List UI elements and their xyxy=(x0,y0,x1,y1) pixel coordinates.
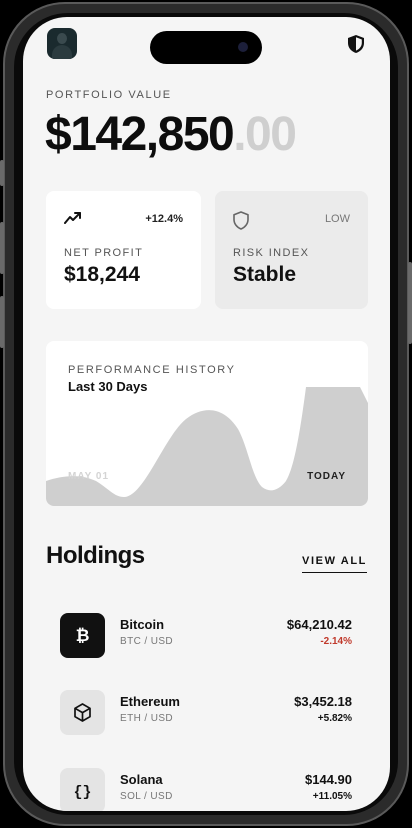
holding-row-solana[interactable]: {} Solana SOL / USD $144.90 +11.05% xyxy=(60,766,352,811)
side-button-volume-down xyxy=(0,296,4,348)
net-profit-value: $18,244 xyxy=(64,263,140,286)
holding-change: +11.05% xyxy=(312,791,352,802)
net-profit-label: NET PROFIT xyxy=(64,247,144,259)
holding-change: +5.82% xyxy=(317,713,352,724)
braces-icon: {} xyxy=(60,768,105,811)
portfolio-value-main: $142,850 xyxy=(45,108,235,161)
risk-label: RISK INDEX xyxy=(233,247,310,259)
performance-label: PERFORMANCE HISTORY xyxy=(68,364,236,376)
app-screen: PORTFOLIO VALUE $142,850.00 +12.4% NET P… xyxy=(23,17,390,811)
dynamic-island xyxy=(150,31,262,64)
portfolio-value: $142,850.00 xyxy=(45,107,297,163)
holding-name: Ethereum xyxy=(120,694,180,709)
avatar[interactable] xyxy=(47,28,77,59)
holding-name: Solana xyxy=(120,772,163,787)
holding-row-ethereum[interactable]: Ethereum ETH / USD $3,452.18 +5.82% xyxy=(60,688,352,736)
shield-icon[interactable] xyxy=(348,35,364,53)
holding-price: $144.90 xyxy=(305,772,352,787)
performance-card[interactable]: PERFORMANCE HISTORY Last 30 Days MAY 01 … xyxy=(46,341,368,506)
performance-start-label: MAY 01 xyxy=(68,471,110,482)
risk-value: Stable xyxy=(233,263,297,286)
performance-end-label: TODAY xyxy=(307,471,346,482)
holding-pair: SOL / USD xyxy=(120,791,173,802)
holding-name: Bitcoin xyxy=(120,617,165,632)
holding-row-bitcoin[interactable]: ₿ Bitcoin BTC / USD $64,210.42 -2.14% xyxy=(60,611,352,659)
side-button-power xyxy=(408,262,412,344)
risk-index-card[interactable]: LOW RISK INDEX Stable xyxy=(215,191,368,309)
holding-pair: BTC / USD xyxy=(120,636,174,647)
view-all-link[interactable]: VIEW ALL xyxy=(302,555,367,573)
holding-change: -2.14% xyxy=(320,636,352,647)
side-button-volume-up xyxy=(0,222,4,274)
camera-icon xyxy=(238,42,248,52)
holdings-title: Holdings xyxy=(46,542,145,569)
holding-price: $64,210.42 xyxy=(286,617,352,632)
performance-title: Last 30 Days xyxy=(68,379,148,394)
holding-pair: ETH / USD xyxy=(120,713,174,724)
shield-icon xyxy=(233,211,249,230)
bitcoin-icon: ₿ xyxy=(60,613,105,658)
portfolio-label: PORTFOLIO VALUE xyxy=(46,89,172,101)
svg-text:₿: ₿ xyxy=(76,626,90,645)
net-profit-badge: +12.4% xyxy=(145,213,183,225)
net-profit-card[interactable]: +12.4% NET PROFIT $18,244 xyxy=(46,191,201,309)
trending-up-icon xyxy=(64,212,81,224)
svg-text:{}: {} xyxy=(73,784,91,801)
portfolio-value-cents: .00 xyxy=(233,108,297,161)
holding-price: $3,452.18 xyxy=(294,694,352,709)
side-button-mute xyxy=(0,160,4,186)
risk-badge: LOW xyxy=(324,213,350,225)
cube-icon xyxy=(60,690,105,735)
